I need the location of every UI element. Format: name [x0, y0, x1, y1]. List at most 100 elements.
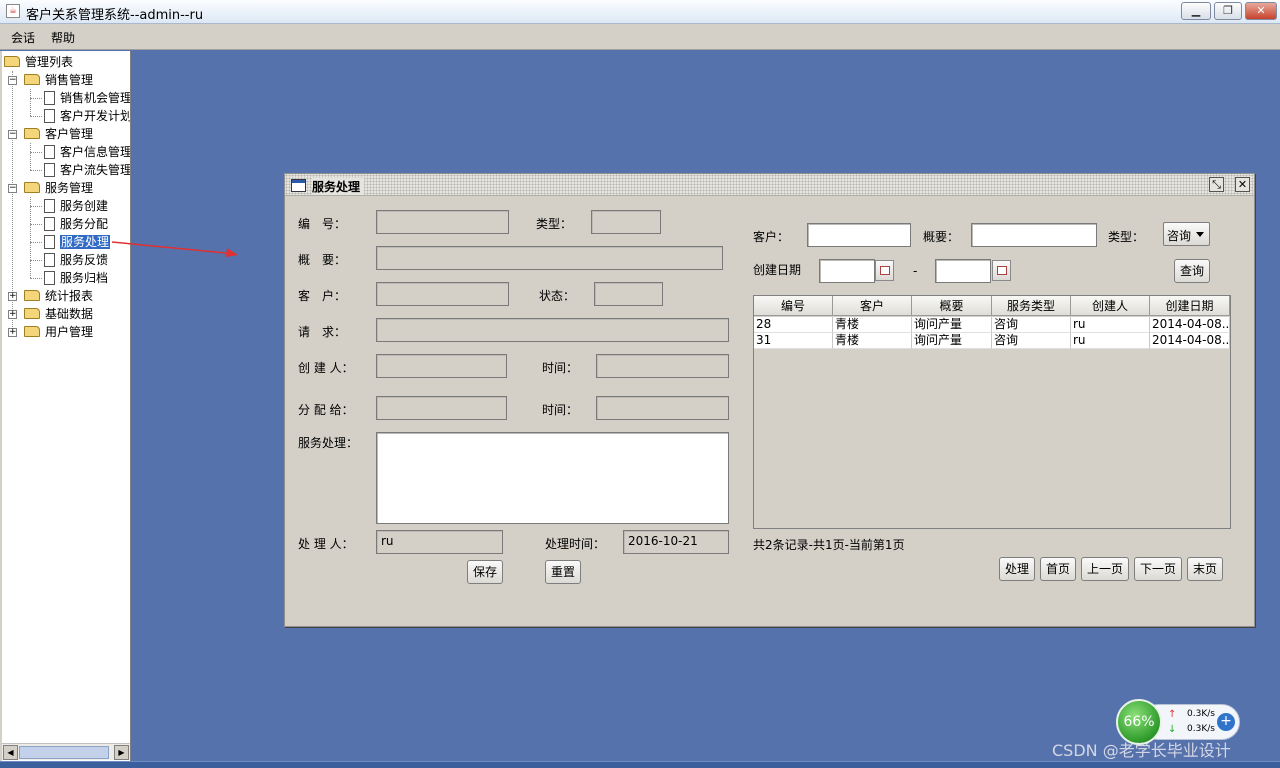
- tree-group-sales[interactable]: 销售管理: [24, 71, 93, 89]
- expand-toggle-icon[interactable]: +: [8, 292, 17, 301]
- next-page-button[interactable]: 下一页: [1134, 557, 1182, 581]
- scroll-left-button[interactable]: ◀: [3, 745, 18, 760]
- search-summary-input[interactable]: [971, 223, 1097, 247]
- summary-field[interactable]: [376, 246, 723, 270]
- tree-item-sales-opportunity[interactable]: 销售机会管理: [44, 89, 131, 107]
- tree-group-reports[interactable]: 统计报表: [24, 287, 93, 305]
- tree-item-service-assign[interactable]: 服务分配: [44, 215, 108, 233]
- minimize-icon: ▁: [1191, 4, 1201, 17]
- save-button[interactable]: 保存: [467, 560, 503, 584]
- create-time-label: 时间：: [542, 361, 579, 375]
- tree-group-users[interactable]: 用户管理: [24, 323, 93, 341]
- table-cell[interactable]: 28: [754, 317, 833, 333]
- start-date-picker-button[interactable]: [875, 260, 894, 281]
- minimize-button[interactable]: ▁: [1181, 2, 1211, 20]
- column-header[interactable]: 创建人: [1071, 296, 1150, 316]
- tree-item-service-archive[interactable]: 服务归档: [44, 269, 108, 287]
- handler-field[interactable]: ru: [376, 530, 503, 554]
- tree-item-label: 销售机会管理: [60, 91, 131, 105]
- handling-textarea[interactable]: [376, 432, 729, 524]
- handle-button[interactable]: 处理: [999, 557, 1035, 581]
- tree-item-service-feedback[interactable]: 服务反馈: [44, 251, 108, 269]
- customer-field[interactable]: [376, 282, 509, 306]
- status-field[interactable]: [594, 282, 663, 306]
- table-cell[interactable]: 咨询: [992, 333, 1071, 349]
- reset-button[interactable]: 重置: [545, 560, 581, 584]
- table-cell[interactable]: 询问产量: [912, 317, 992, 333]
- folder-open-icon: [24, 128, 40, 139]
- collapse-toggle-icon[interactable]: −: [8, 130, 17, 139]
- column-header[interactable]: 概要: [912, 296, 992, 316]
- tree-line: [30, 170, 42, 171]
- table-cell[interactable]: ru: [1071, 333, 1150, 349]
- search-type-value: 咨询: [1167, 229, 1192, 243]
- tree-group-basedata[interactable]: 基础数据: [24, 305, 93, 323]
- scroll-right-button[interactable]: ▶: [114, 745, 129, 760]
- tree-item-customer-info[interactable]: 客户信息管理: [44, 143, 130, 161]
- expand-toggle-icon[interactable]: +: [8, 328, 17, 337]
- chevron-right-icon: ▶: [118, 748, 125, 757]
- column-header[interactable]: 客户: [833, 296, 912, 316]
- service-table: 编号 客户 概要 服务类型 创建人 创建日期 28 青楼 询问产量 咨询 ru …: [753, 295, 1231, 529]
- close-button[interactable]: ✕: [1245, 2, 1277, 20]
- document-icon: [44, 198, 55, 213]
- tree-item-service-create[interactable]: 服务创建: [44, 197, 108, 215]
- table-cell[interactable]: 询问产量: [912, 333, 992, 349]
- table-cell[interactable]: ru: [1071, 317, 1150, 333]
- number-field[interactable]: [376, 210, 509, 234]
- start-date-input[interactable]: [819, 259, 875, 283]
- frame-titlebar[interactable]: 服务处理 ⤡ ✕: [285, 174, 1254, 196]
- menu-help[interactable]: 帮助: [51, 29, 75, 46]
- last-page-button[interactable]: 末页: [1187, 557, 1223, 581]
- tree-item-customer-loss[interactable]: 客户流失管理: [44, 161, 130, 179]
- column-header[interactable]: 创建日期: [1150, 296, 1230, 316]
- handle-time-label: 处理时间：: [545, 537, 606, 551]
- create-time-field[interactable]: [596, 354, 729, 378]
- tree-line: [30, 143, 31, 170]
- search-customer-input[interactable]: [807, 223, 911, 247]
- assignee-field[interactable]: [376, 396, 507, 420]
- scroll-thumb[interactable]: [19, 746, 109, 759]
- assign-time-field[interactable]: [596, 396, 729, 420]
- tree-item-dev-plan[interactable]: 客户开发计划: [44, 107, 130, 125]
- maximize-button[interactable]: ❐: [1214, 2, 1242, 20]
- frame-close-button[interactable]: ✕: [1235, 177, 1250, 192]
- frame-restore-button[interactable]: ⤡: [1209, 177, 1224, 192]
- expand-toggle-icon[interactable]: +: [8, 310, 17, 319]
- search-customer-label: 客户：: [753, 230, 790, 244]
- menu-session[interactable]: 会话: [11, 29, 35, 46]
- type-field[interactable]: [591, 210, 661, 234]
- tree-group-service[interactable]: 服务管理: [24, 179, 93, 197]
- tree-line: [30, 197, 31, 278]
- tree-item-label: 服务归档: [60, 271, 109, 285]
- document-icon: [44, 216, 55, 231]
- first-page-button[interactable]: 首页: [1040, 557, 1076, 581]
- table-cell[interactable]: 2014-04-08...: [1150, 317, 1230, 333]
- column-header[interactable]: 服务类型: [992, 296, 1071, 316]
- prev-page-button[interactable]: 上一页: [1081, 557, 1129, 581]
- end-date-picker-button[interactable]: [992, 260, 1011, 281]
- tree-group-customers[interactable]: 客户管理: [24, 125, 93, 143]
- handle-time-field[interactable]: 2016-10-21: [623, 530, 729, 554]
- table-cell[interactable]: 青楼: [833, 333, 912, 349]
- creator-label: 创 建 人：: [298, 361, 354, 375]
- document-icon: [44, 234, 55, 249]
- tree-group-label: 服务管理: [45, 181, 94, 195]
- tree-horizontal-scrollbar[interactable]: ◀ ▶: [2, 743, 130, 760]
- table-cell[interactable]: 31: [754, 333, 833, 349]
- table-cell[interactable]: 青楼: [833, 317, 912, 333]
- collapse-toggle-icon[interactable]: −: [8, 76, 17, 85]
- creator-field[interactable]: [376, 354, 507, 378]
- query-button[interactable]: 查询: [1174, 259, 1210, 283]
- table-cell[interactable]: 2014-04-08...: [1150, 333, 1230, 349]
- table-cell[interactable]: 咨询: [992, 317, 1071, 333]
- end-date-input[interactable]: [935, 259, 991, 283]
- tree-root[interactable]: 管理列表: [4, 53, 73, 71]
- request-field[interactable]: [376, 318, 729, 342]
- plus-icon[interactable]: +: [1217, 713, 1235, 731]
- tree-item-service-handle[interactable]: 服务处理: [44, 233, 111, 251]
- search-type-select[interactable]: 咨询: [1163, 222, 1210, 246]
- frame-title: 服务处理: [312, 178, 365, 195]
- column-header[interactable]: 编号: [754, 296, 833, 316]
- collapse-toggle-icon[interactable]: −: [8, 184, 17, 193]
